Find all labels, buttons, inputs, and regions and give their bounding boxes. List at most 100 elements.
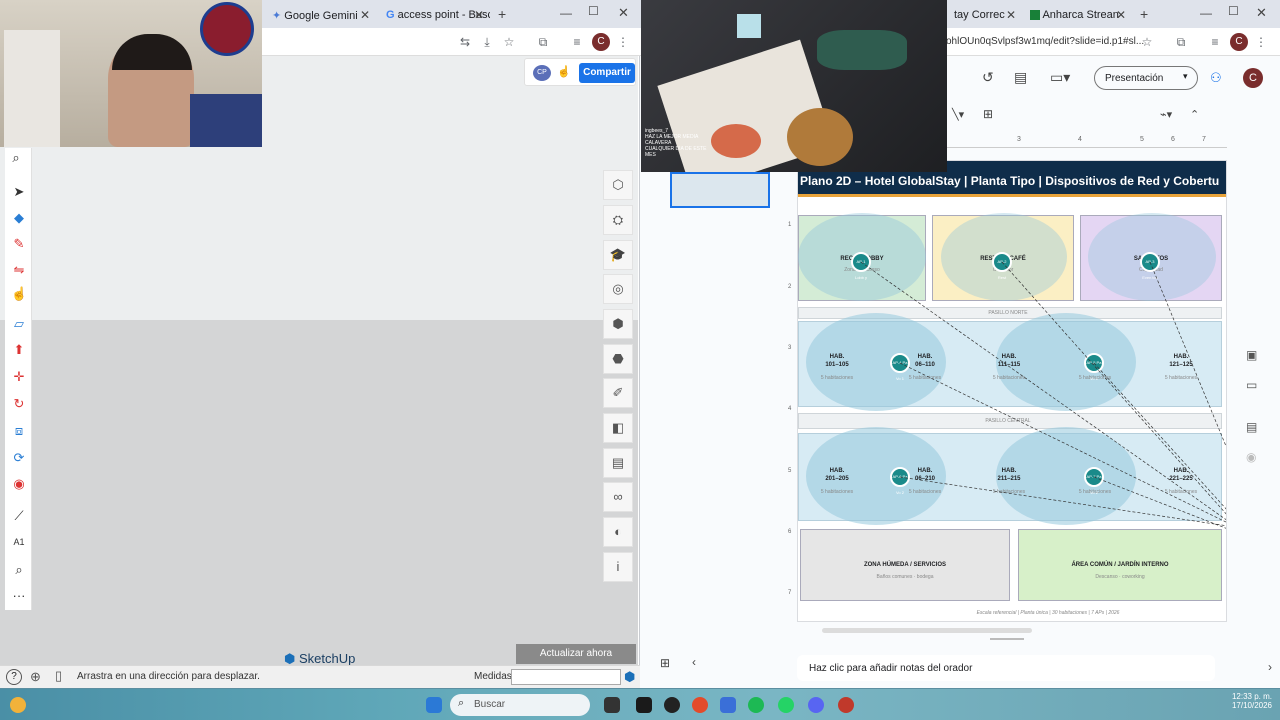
comments-icon[interactable]: ▤ <box>1014 69 1027 86</box>
extensions-icon[interactable]: ⧉ <box>534 33 552 51</box>
file-explorer-icon[interactable] <box>720 697 736 713</box>
slide-canvas[interactable]: Plano 2D – Hotel GlobalStay | Planta Tip… <box>797 160 1227 622</box>
collapse-icon[interactable]: ⌃ <box>1190 108 1199 121</box>
chrome-icon[interactable] <box>692 697 708 713</box>
discord-icon[interactable] <box>808 697 824 713</box>
reading-list-icon[interactable]: ≡ <box>568 33 586 51</box>
tasks-icon[interactable]: ▤ <box>1246 420 1257 434</box>
profile-avatar-large[interactable]: C <box>1243 68 1263 88</box>
profile-avatar[interactable]: C <box>592 33 610 51</box>
new-tab-button[interactable]: + <box>1140 6 1148 22</box>
share-button[interactable]: Compartir <box>579 63 635 83</box>
shadows-icon[interactable]: ◐ <box>603 517 633 547</box>
close-icon[interactable]: ✕ <box>360 8 370 22</box>
spotify-icon[interactable] <box>748 697 764 713</box>
line-tool-icon[interactable]: ╲▾ <box>952 108 964 121</box>
translate-icon[interactable]: ⇆ <box>456 33 474 51</box>
zoom-icon[interactable]: ⌕ <box>11 562 27 578</box>
eraser-panel-icon[interactable]: ◧ <box>603 413 633 443</box>
close-icon[interactable]: ✕ <box>1006 8 1016 22</box>
menu-kebab-icon[interactable]: ⋮ <box>1252 33 1270 51</box>
hand-icon[interactable]: ☝ <box>557 65 571 78</box>
maximize-icon[interactable]: ☐ <box>588 4 599 18</box>
app-icon[interactable] <box>636 697 652 713</box>
orbit-icon[interactable]: ⟳ <box>11 450 27 466</box>
bookmark-star-icon[interactable]: ☆ <box>500 33 518 51</box>
text-icon[interactable]: A1 <box>11 534 27 550</box>
tags-icon[interactable]: ▤ <box>603 448 633 478</box>
styles-icon[interactable]: ⬢ <box>603 309 633 339</box>
more-tools-icon[interactable]: ··· <box>11 588 27 604</box>
install-icon[interactable]: ⤓ <box>478 33 496 51</box>
meet-icon[interactable]: ▭▾ <box>1050 69 1070 86</box>
close-window-icon[interactable]: ✕ <box>618 5 629 21</box>
widgets-icon[interactable] <box>10 697 26 713</box>
scale-icon[interactable]: ⧈ <box>11 423 27 439</box>
collaborator-avatar[interactable]: CP <box>533 65 551 81</box>
extensions-icon[interactable]: ⧉ <box>1172 33 1190 51</box>
reading-list-icon[interactable]: ≡ <box>1206 33 1224 51</box>
keep-icon[interactable]: ▣ <box>1246 348 1257 362</box>
expand-panel-icon[interactable]: › <box>1268 660 1272 674</box>
url-text[interactable]: ohlOUn0qSvlpsf3w1mq/edit?slide=id.p1#sl.… <box>946 36 1144 47</box>
line-icon[interactable]: ⇋ <box>11 262 27 278</box>
windows-start-icon[interactable] <box>426 697 442 713</box>
tape-measure-icon[interactable]: ⟋ <box>11 508 27 524</box>
instructor-icon[interactable]: 🎓 <box>603 240 633 270</box>
search-icon[interactable]: ⌕ <box>8 150 24 166</box>
select-arrow-icon[interactable]: ➤ <box>11 184 27 200</box>
pen-icon[interactable]: ⌁▾ <box>1160 108 1172 121</box>
scenes-icon[interactable]: ⬣ <box>603 344 633 374</box>
measures-input[interactable] <box>511 669 621 685</box>
clock[interactable]: 12:33 p. m. 17/10/2026 <box>1222 692 1272 710</box>
presentation-button[interactable]: Presentación ▾ <box>1094 66 1198 90</box>
slide-thumbnail[interactable] <box>670 172 770 208</box>
new-tab-button[interactable]: + <box>498 6 506 22</box>
collapse-filmstrip-icon[interactable]: ‹ <box>692 655 696 669</box>
pencil-icon[interactable]: ✎ <box>11 236 27 252</box>
info-icon[interactable]: i <box>603 552 633 582</box>
tab-slides[interactable]: tay Correc ✕ <box>946 4 1022 28</box>
sketchup-sky[interactable] <box>0 147 638 320</box>
minimize-icon[interactable]: — <box>1200 6 1212 20</box>
close-icon[interactable]: ✕ <box>474 8 484 22</box>
taskbar-search[interactable]: ⌕ Buscar <box>450 694 590 716</box>
profile-avatar[interactable]: C <box>1230 33 1248 51</box>
horizontal-scrollbar[interactable] <box>822 628 1032 633</box>
add-user-icon[interactable]: ⚇ <box>1210 70 1222 86</box>
speaker-notes[interactable]: Haz clic para añadir notas del orador <box>797 655 1215 681</box>
bookmark-star-icon[interactable]: ☆ <box>1138 33 1156 51</box>
components-icon[interactable]: ⛭ <box>603 205 633 235</box>
tab-sheets[interactable]: Anharca Strean ✕ <box>1022 4 1132 28</box>
move-icon[interactable]: ✛ <box>11 369 27 385</box>
left-address-bar[interactable]: ⇆ ⤓ ☆ ⧉ ≡ C ⋮ <box>262 28 640 56</box>
tab-google-gemini[interactable]: ✦ Google Gemini ✕ <box>264 4 376 28</box>
minimize-icon[interactable]: — <box>560 6 572 20</box>
close-window-icon[interactable]: ✕ <box>1256 5 1267 21</box>
paint-icon[interactable]: ◉ <box>11 476 27 492</box>
task-view-icon[interactable] <box>604 697 620 713</box>
sketchup-ground[interactable] <box>0 320 638 665</box>
help-icon[interactable]: ? <box>6 669 22 685</box>
notes-resize-handle[interactable] <box>990 638 1024 640</box>
tab-access-point[interactable]: G access point - Busc ✕ <box>378 4 490 28</box>
menu-kebab-icon[interactable]: ⋮ <box>614 33 632 51</box>
maps-icon[interactable]: ◉ <box>1246 450 1256 464</box>
update-now-button[interactable]: Actualizar ahora <box>516 644 636 664</box>
globe-icon[interactable]: ⊕ <box>30 669 41 685</box>
chrome-profile-icon[interactable] <box>838 697 854 713</box>
add-comment-icon[interactable]: ⊞ <box>983 107 993 121</box>
github-icon[interactable] <box>664 697 680 713</box>
maximize-icon[interactable]: ☐ <box>1228 4 1239 18</box>
close-icon[interactable]: ✕ <box>1116 8 1126 22</box>
rectangle-icon[interactable]: ▱ <box>11 316 27 332</box>
materials-icon[interactable]: ◎ <box>603 274 633 304</box>
glasses-icon[interactable]: ∞ <box>603 482 633 512</box>
eraser-icon[interactable]: ◆ <box>11 210 27 226</box>
pushpull-icon[interactable]: ⬆ <box>11 342 27 358</box>
rotate-icon[interactable]: ↻ <box>11 396 27 412</box>
outliner-icon[interactable]: ✐ <box>603 378 633 408</box>
entity-info-icon[interactable]: ⬡ <box>603 170 633 200</box>
grid-view-icon[interactable]: ⊞ <box>660 656 670 670</box>
folder-icon[interactable]: ▭ <box>1246 378 1257 392</box>
